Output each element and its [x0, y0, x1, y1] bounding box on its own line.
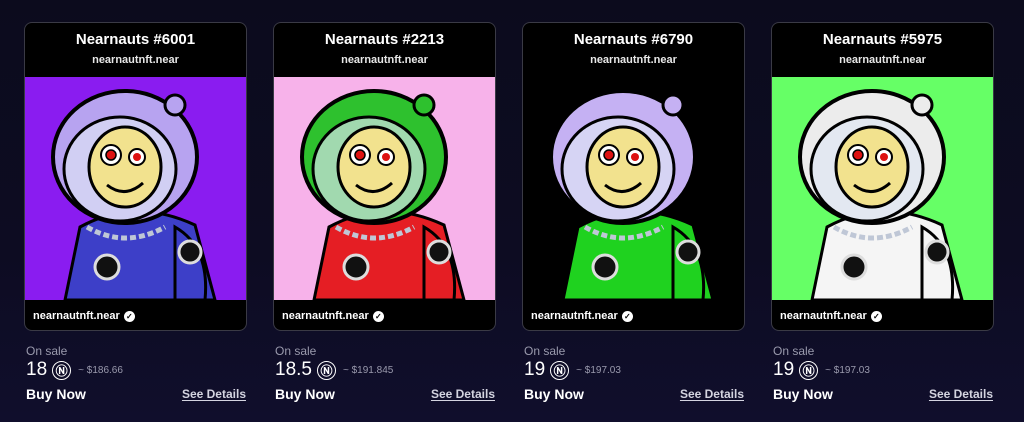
face	[585, 125, 661, 209]
owner-name: nearnautnft.near	[33, 310, 120, 322]
nft-image[interactable]	[25, 77, 246, 300]
verified-check-icon: ✓	[372, 310, 384, 322]
sale-status: On sale	[275, 344, 317, 358]
face	[87, 125, 163, 209]
pupil	[133, 153, 141, 161]
buy-now-button[interactable]: Buy Now	[275, 386, 335, 402]
usd-price: ~ $197.03	[825, 364, 870, 376]
verified-check-icon: ✓	[123, 310, 135, 322]
nft-listing: Nearnauts #6790 nearnautnft.near nearnau…	[522, 22, 746, 422]
nft-card[interactable]: Nearnauts #6790 nearnautnft.near nearnau…	[522, 22, 745, 331]
see-details-link[interactable]: See Details	[680, 387, 744, 401]
price-value: 19	[773, 359, 795, 380]
owner[interactable]: nearnautnft.near ✓	[531, 308, 633, 324]
nft-title[interactable]: Nearnauts #5975	[772, 30, 993, 50]
pupil	[631, 153, 639, 161]
helmet-emblem	[661, 93, 685, 117]
near-token-icon: Ⓝ	[550, 360, 570, 380]
collection-name[interactable]: nearnautnft.near	[25, 53, 246, 67]
shoulder-badge	[675, 239, 701, 265]
nft-card[interactable]: Nearnauts #5975 nearnautnft.near nearnau…	[771, 22, 994, 331]
nft-card[interactable]: Nearnauts #6001 nearnautnft.near nearnau…	[24, 22, 247, 331]
nft-listing-row: Nearnauts #6001 nearnautnft.near nearnau…	[24, 22, 1000, 422]
pupil	[603, 149, 615, 161]
see-details-link[interactable]: See Details	[182, 387, 246, 401]
nft-image[interactable]	[523, 77, 744, 300]
usd-price: ~ $191.845	[342, 364, 394, 376]
verified-check-icon: ✓	[621, 310, 633, 322]
collection-name[interactable]: nearnautnft.near	[523, 53, 744, 67]
collection-name[interactable]: nearnautnft.near	[772, 53, 993, 67]
nft-image[interactable]	[274, 77, 495, 300]
price-row: 19 Ⓝ ~ $197.03	[773, 359, 870, 381]
owner-name: nearnautnft.near	[780, 310, 867, 322]
usd-price: ~ $186.66	[78, 364, 123, 376]
sale-status: On sale	[524, 344, 566, 358]
verified-check-icon: ✓	[870, 310, 882, 322]
nft-listing: Nearnauts #6001 nearnautnft.near nearnau…	[24, 22, 248, 422]
shoulder-badge	[924, 239, 950, 265]
owner-name: nearnautnft.near	[531, 310, 618, 322]
buy-now-button[interactable]: Buy Now	[26, 386, 86, 402]
near-token-icon: Ⓝ	[52, 360, 72, 380]
helmet-emblem	[910, 93, 934, 117]
collection-name[interactable]: nearnautnft.near	[274, 53, 495, 67]
price-row: 18.5 Ⓝ ~ $191.845	[275, 359, 393, 381]
pupil	[105, 149, 117, 161]
nft-listing: Nearnauts #5975 nearnautnft.near nearnau…	[771, 22, 995, 422]
pupil	[382, 153, 390, 161]
nft-card[interactable]: Nearnauts #2213 nearnautnft.near nearnau…	[273, 22, 496, 331]
buy-now-button[interactable]: Buy Now	[524, 386, 584, 402]
helmet-emblem	[163, 93, 187, 117]
see-details-link[interactable]: See Details	[929, 387, 993, 401]
price-row: 19 Ⓝ ~ $197.03	[524, 359, 621, 381]
nft-title[interactable]: Nearnauts #6790	[523, 30, 744, 50]
nft-title[interactable]: Nearnauts #6001	[25, 30, 246, 50]
price-value: 19	[524, 359, 546, 380]
owner[interactable]: nearnautnft.near ✓	[33, 308, 135, 324]
pupil	[852, 149, 864, 161]
near-token-icon: Ⓝ	[316, 360, 336, 380]
owner[interactable]: nearnautnft.near ✓	[282, 308, 384, 324]
buy-now-button[interactable]: Buy Now	[773, 386, 833, 402]
sale-status: On sale	[773, 344, 815, 358]
chest-badge	[591, 253, 619, 281]
usd-price: ~ $197.03	[576, 364, 621, 376]
near-token-icon: Ⓝ	[799, 360, 819, 380]
pupil	[354, 149, 366, 161]
price-row: 18 Ⓝ ~ $186.66	[26, 359, 123, 381]
nft-image[interactable]	[772, 77, 993, 300]
price-value: 18.5	[275, 359, 312, 380]
face	[336, 125, 412, 209]
nft-listing: Nearnauts #2213 nearnautnft.near nearnau…	[273, 22, 497, 422]
helmet-emblem	[412, 93, 436, 117]
shoulder-badge	[426, 239, 452, 265]
pupil	[880, 153, 888, 161]
owner-name: nearnautnft.near	[282, 310, 369, 322]
chest-badge	[342, 253, 370, 281]
nft-title[interactable]: Nearnauts #2213	[274, 30, 495, 50]
chest-badge	[93, 253, 121, 281]
chest-badge	[840, 253, 868, 281]
shoulder-badge	[177, 239, 203, 265]
price-value: 18	[26, 359, 48, 380]
face	[834, 125, 910, 209]
see-details-link[interactable]: See Details	[431, 387, 495, 401]
owner[interactable]: nearnautnft.near ✓	[780, 308, 882, 324]
sale-status: On sale	[26, 344, 68, 358]
